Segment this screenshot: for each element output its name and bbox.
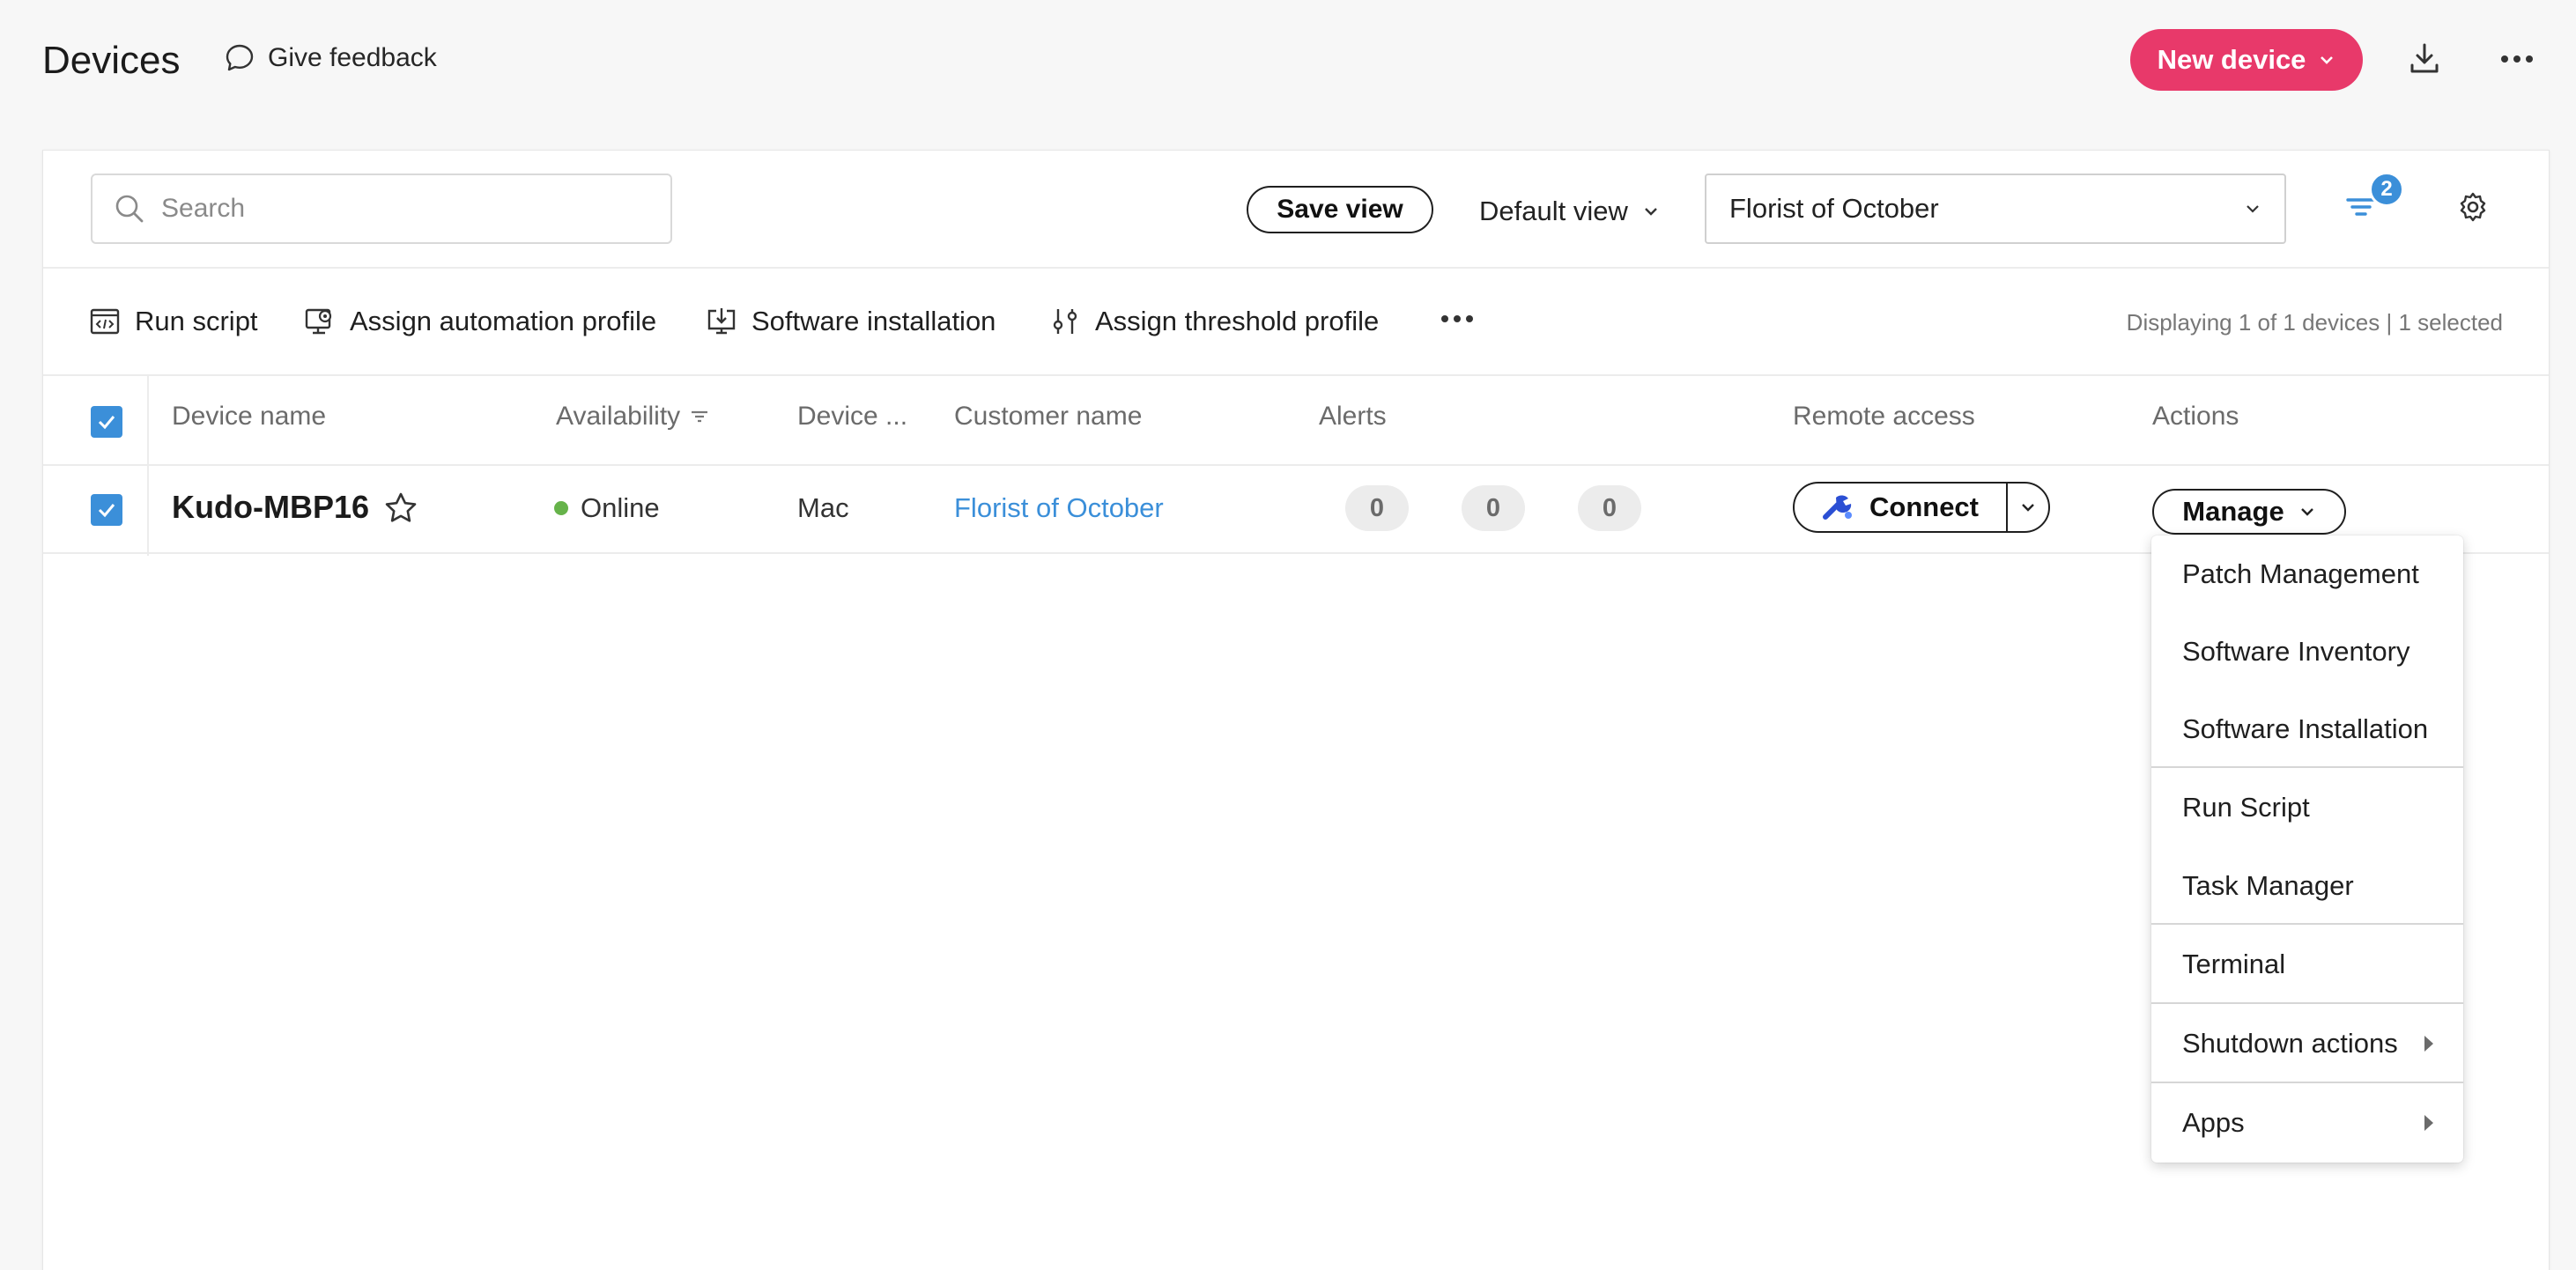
menu-item-software-installation[interactable]: Software Installation [2151,690,2463,768]
connect-button[interactable]: Connect [1795,484,2008,531]
alert-count-badge[interactable]: 0 [1345,485,1409,531]
manage-menu: Patch Management Software Inventory Soft… [2151,535,2463,1163]
menu-item-software-inventory[interactable]: Software Inventory [2151,613,2463,690]
column-header-actions: Actions [2152,402,2239,431]
new-device-label: New device [2157,44,2306,75]
star-icon[interactable] [383,491,418,526]
menu-item-patch-management[interactable]: Patch Management [2151,535,2463,613]
view-selector-value: Default view [1479,196,1628,226]
download-icon[interactable] [2407,41,2442,76]
divider [43,374,2549,376]
column-header-remote-access[interactable]: Remote access [1793,402,1975,432]
column-header-customer-name[interactable]: Customer name [954,402,1142,432]
chevron-down-icon [2298,506,2316,518]
submenu-arrow-icon [2424,1036,2433,1052]
select-all-checkbox[interactable] [91,406,122,438]
online-status-dot [554,501,568,515]
menu-item-task-manager[interactable]: Task Manager [2151,847,2463,925]
assign-automation-profile-button[interactable]: Assign automation profile [304,302,656,341]
column-header-availability[interactable]: Availability [556,402,710,432]
page-title: Devices [42,39,181,82]
filter-count-badge: 2 [2369,172,2404,207]
search-icon [114,193,145,225]
chevron-down-icon [2244,203,2261,215]
row-checkbox[interactable] [91,494,122,526]
device-name-link[interactable]: Kudo-MBP16 [172,489,369,526]
view-selector[interactable]: Default view [1479,189,1660,233]
chevron-down-icon [2019,501,2037,513]
menu-item-shutdown-actions[interactable]: Shutdown actions [2151,1004,2463,1083]
connect-label: Connect [1869,491,1979,522]
column-header-device-name[interactable]: Device name [172,402,326,432]
filter-lines-icon [689,408,710,425]
assign-threshold-profile-label: Assign threshold profile [1095,306,1380,336]
connect-options-button[interactable] [2008,484,2048,531]
divider [43,464,2549,466]
automation-profile-icon [304,306,336,337]
software-installation-label: Software installation [751,306,996,336]
device-type: Mac [797,492,849,523]
save-view-button[interactable]: Save view [1247,186,1433,233]
assign-threshold-profile-button[interactable]: Assign threshold profile [1049,302,1379,341]
divider [43,267,2549,269]
menu-item-terminal[interactable]: Terminal [2151,925,2463,1004]
customer-select-value: Florist of October [1729,193,1939,224]
script-icon [89,306,121,337]
alert-count-badge[interactable]: 0 [1578,485,1641,531]
menu-item-run-script[interactable]: Run Script [2151,768,2463,847]
software-installation-button[interactable]: Software installation [706,302,996,341]
threshold-sliders-icon [1049,306,1081,337]
column-header-alerts[interactable]: Alerts [1319,402,1387,432]
manage-label: Manage [2182,496,2284,527]
assign-automation-profile-label: Assign automation profile [350,306,657,336]
chevron-down-icon [1642,205,1660,218]
availability-status: Online [554,492,660,524]
menu-item-apps[interactable]: Apps [2151,1083,2463,1163]
alert-count-badge[interactable]: 0 [1462,485,1525,531]
give-feedback-label: Give feedback [268,43,437,72]
remote-tool-icon [1822,492,1855,522]
display-count: Displaying 1 of 1 devices | 1 selected [2126,309,2503,336]
run-script-label: Run script [135,306,258,336]
give-feedback-button[interactable]: Give feedback [224,42,437,74]
submenu-arrow-icon [2424,1115,2433,1131]
more-options-icon[interactable] [2500,55,2534,63]
chat-bubble-icon [224,42,255,74]
manage-dropdown-button[interactable]: Manage [2152,489,2346,535]
connect-split-button: Connect [1793,482,2050,533]
column-header-device-type[interactable]: Device ... [797,402,907,432]
software-install-icon [706,306,737,337]
new-device-button[interactable]: New device [2130,29,2363,91]
search-input[interactable] [161,194,655,224]
run-script-button[interactable]: Run script [89,302,258,341]
more-actions-icon[interactable] [1440,314,1474,323]
chevron-down-icon [2318,54,2335,66]
customer-link[interactable]: Florist of October [954,492,1164,524]
gear-icon[interactable] [2455,189,2491,225]
customer-select[interactable]: Florist of October [1705,174,2286,244]
search-field[interactable] [91,174,672,244]
availability-label: Online [581,492,660,523]
